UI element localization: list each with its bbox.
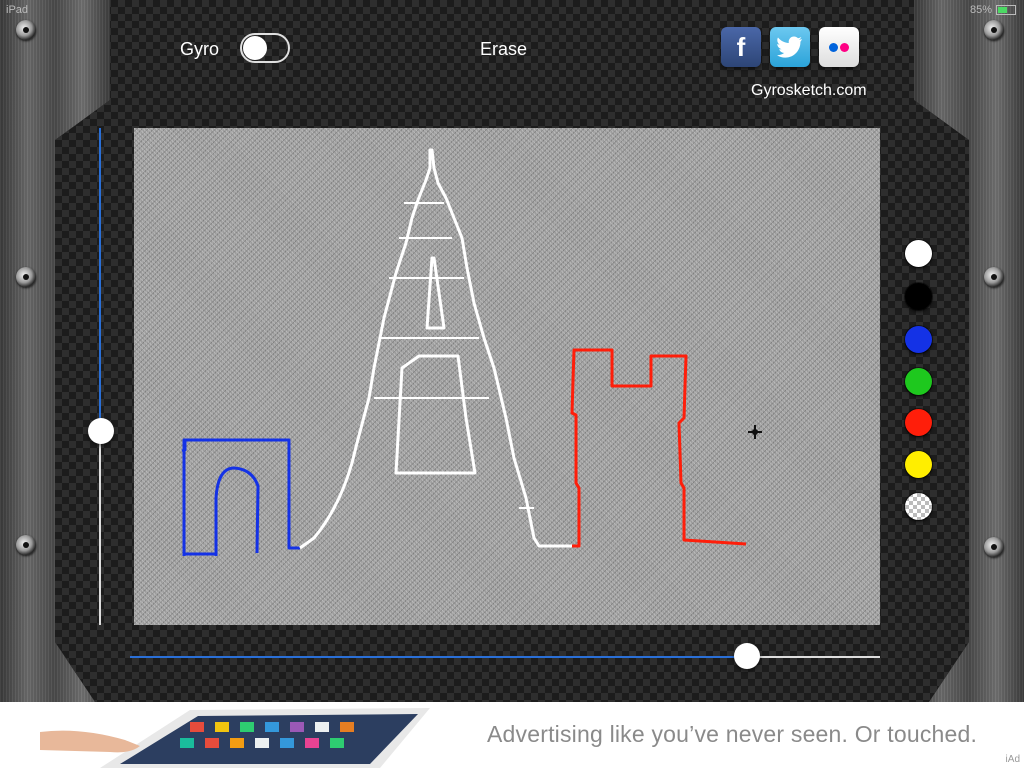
screw-icon — [16, 267, 36, 287]
iad-banner[interactable]: Advertising like you’ve never seen. Or t… — [0, 702, 1024, 768]
crosshair-cursor-icon — [748, 425, 762, 439]
iad-badge: iAd — [1005, 754, 1020, 765]
screw-icon — [16, 535, 36, 555]
brush-size-slider-fill — [99, 128, 101, 430]
color-swatch-transparent[interactable] — [905, 493, 932, 520]
toggle-knob[interactable] — [243, 36, 267, 60]
website-link[interactable]: Gyrosketch.com — [751, 82, 867, 100]
gyro-toggle[interactable] — [240, 33, 290, 63]
twitter-bird-icon — [777, 36, 802, 58]
flickr-icon-dot — [840, 42, 849, 52]
twitter-share-button[interactable] — [770, 27, 810, 67]
sketch-drawing — [181, 148, 747, 556]
ipad-ad-image — [40, 708, 430, 768]
screw-icon — [984, 267, 1004, 287]
erase-button[interactable]: Erase — [480, 39, 527, 60]
screw-icon — [16, 20, 36, 40]
facebook-share-button[interactable]: f — [721, 27, 761, 67]
opacity-slider-fill — [130, 656, 747, 658]
screw-icon — [984, 537, 1004, 557]
color-swatch-red[interactable] — [905, 409, 932, 436]
battery-indicator: 85% — [970, 4, 1016, 16]
facebook-icon: f — [736, 31, 746, 62]
flickr-icon — [829, 42, 838, 52]
status-bar: iPad 85% — [0, 0, 1024, 20]
flickr-share-button[interactable] — [819, 27, 859, 67]
color-swatch-white[interactable] — [905, 240, 932, 267]
battery-percent: 85% — [969, 4, 992, 16]
opacity-slider-knob[interactable] — [734, 643, 760, 669]
color-swatch-yellow[interactable] — [905, 451, 932, 478]
gyro-label: Gyro — [180, 39, 220, 59]
color-swatch-blue[interactable] — [905, 326, 932, 353]
screw-icon — [984, 20, 1004, 40]
drawing-canvas[interactable] — [134, 128, 880, 625]
battery-icon — [996, 5, 1016, 16]
device-name: iPad — [6, 4, 29, 16]
color-swatch-green[interactable] — [905, 368, 932, 395]
brush-size-slider-knob[interactable] — [88, 418, 114, 444]
color-swatch-black[interactable] — [905, 283, 932, 310]
ad-tagline: Advertising like you’ve never seen. Or t… — [487, 721, 978, 747]
